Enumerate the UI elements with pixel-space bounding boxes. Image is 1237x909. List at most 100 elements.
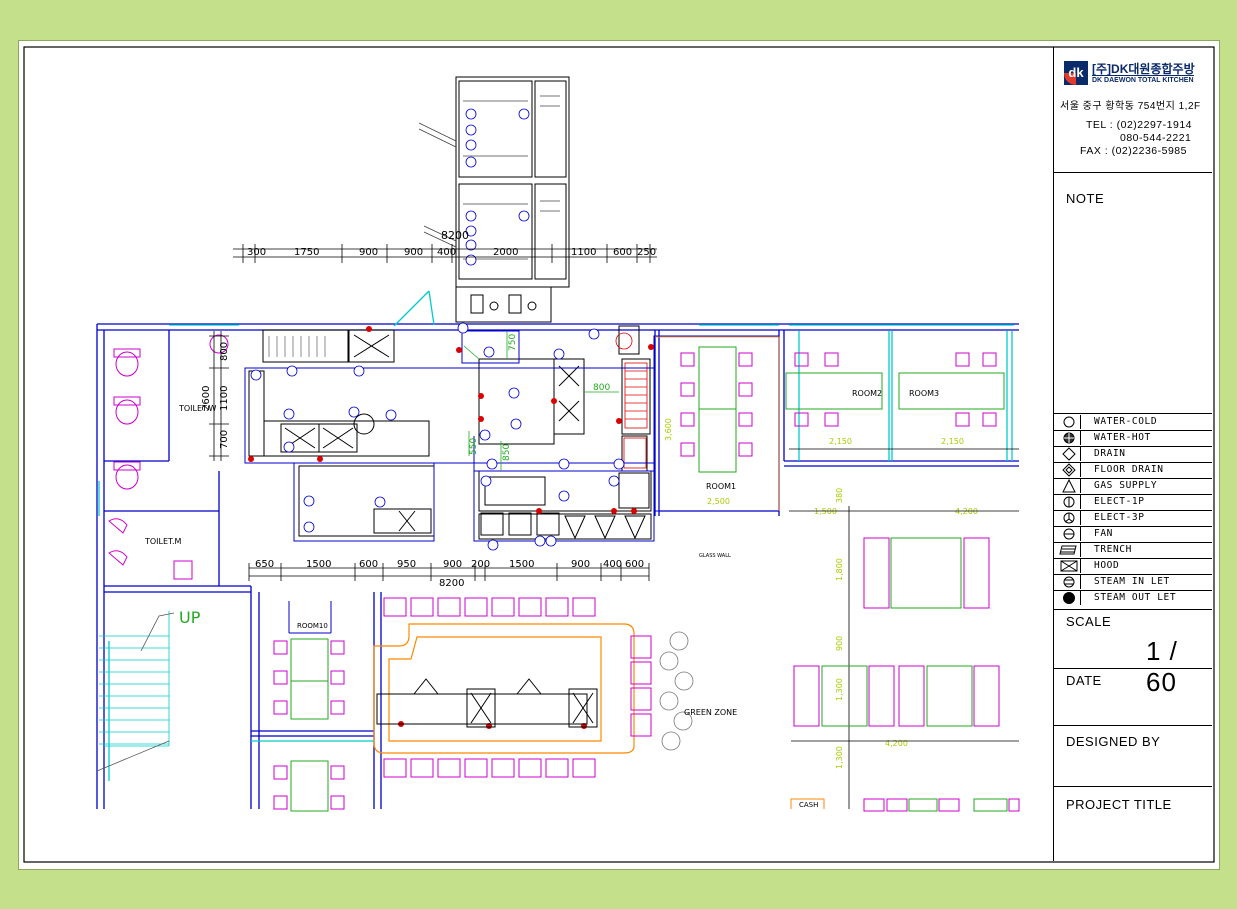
dim-yellow: 1,800 — [835, 558, 844, 581]
dim-left-seg: 800 — [219, 342, 230, 361]
dim-top-seg: 2000 — [493, 247, 518, 258]
water-hot-symbol — [1063, 431, 1081, 445]
company-logo: dk — [1064, 61, 1088, 85]
dim-green: 750 — [508, 334, 518, 351]
legend-label: GAS SUPPLY — [1094, 480, 1158, 491]
company-fax: FAX : (02)2236-5985 — [1080, 145, 1187, 157]
legend-label: FLOOR DRAIN — [1094, 464, 1164, 475]
dim-yellow: 1,300 — [835, 746, 844, 769]
dim-yellow: 380 — [835, 488, 844, 503]
drawing-sheet: 8200 300 1750 900 900 400 2000 1100 600 … — [18, 40, 1220, 870]
grill-unit — [615, 332, 648, 469]
designed-by-label: DESIGNED BY — [1066, 734, 1161, 749]
dim-top-seg: 1750 — [294, 247, 319, 258]
dim-left-seg: 700 — [219, 430, 230, 449]
room-label-room3: ROOM3 — [909, 389, 939, 398]
legend-row: FLOOR DRAIN — [1054, 462, 1212, 479]
legend-row: WATER-COLD — [1054, 414, 1212, 431]
right-dining-furniture — [793, 537, 1020, 812]
kitchen-equipment — [248, 325, 652, 540]
dim-left-total: 2600 — [201, 386, 212, 411]
dim-yellow: 2,150 — [829, 437, 852, 446]
dim-top-seg: 600 — [613, 247, 632, 258]
dim-bottom-seg: 200 — [471, 559, 490, 570]
gas-supply-symbol — [1062, 479, 1081, 493]
dim-bottom-seg: 600 — [625, 559, 644, 570]
legend-label: STEAM IN LET — [1094, 576, 1170, 587]
water-cold-symbol — [1063, 415, 1081, 429]
legend-label: DRAIN — [1094, 448, 1126, 459]
dim-top-seg: 400 — [437, 247, 456, 258]
dim-green: 800 — [593, 383, 610, 393]
dim-bottom-seg: 900 — [443, 559, 462, 570]
dim-top-seg: 250 — [637, 247, 656, 258]
right-dimension-lines — [789, 448, 1019, 809]
legend-row: GAS SUPPLY — [1054, 478, 1212, 495]
trench-symbol — [1059, 543, 1081, 557]
dim-top-total: 8200 — [441, 229, 469, 242]
green-zone-label: GREEN ZONE — [684, 708, 737, 717]
dim-bottom-seg: 400 — [603, 559, 622, 570]
dim-bottom-seg: 950 — [397, 559, 416, 570]
legend-row: WATER-HOT — [1054, 430, 1212, 447]
dim-top-seg: 900 — [359, 247, 378, 258]
date-label: DATE — [1066, 673, 1102, 688]
steam-inlet-symbol — [1063, 575, 1081, 589]
dim-green: 550 — [469, 438, 479, 455]
project-title-label: PROJECT TITLE — [1066, 797, 1172, 812]
title-block: dk [주]DK대원종합주방 DK DAEWON TOTAL KITCHEN 서… — [1053, 47, 1212, 861]
dim-yellow: 2,150 — [941, 437, 964, 446]
cooking-line-units — [480, 512, 646, 540]
legend-label: HOOD — [1094, 560, 1120, 571]
glass-wall-label: GLASS WALL — [699, 553, 731, 559]
dim-bottom-seg: 600 — [359, 559, 378, 570]
floor-plan: 8200 300 1750 900 900 400 2000 1100 600 … — [23, 46, 1215, 863]
legend-label: TRENCH — [1094, 544, 1132, 555]
legend-label: STEAM OUT LET — [1094, 592, 1177, 603]
legend-row: HOOD — [1054, 558, 1212, 575]
legend-label: WATER-COLD — [1094, 416, 1158, 427]
dim-left-seg: 1100 — [219, 386, 230, 411]
dim-yellow: 1,300 — [835, 678, 844, 701]
dim-yellow: 2,500 — [707, 497, 730, 506]
walk-in-tags — [465, 108, 530, 266]
room-label-room10: ROOM10 — [297, 622, 328, 630]
fan-symbol — [1063, 527, 1081, 541]
designed-by-panel: DESIGNED BY — [1054, 726, 1212, 787]
legend-label: WATER-HOT — [1094, 432, 1151, 443]
dim-top-seg: 1100 — [571, 247, 596, 258]
dim-top-seg: 900 — [404, 247, 423, 258]
glass-partitions — [98, 290, 1014, 781]
room10-furniture — [273, 640, 345, 810]
drain-symbol — [1062, 447, 1081, 461]
elect-3p-symbol — [1063, 511, 1081, 525]
counter-equipment — [376, 678, 598, 728]
legend-panel: WATER-COLD WATER-HOT DRAIN FLOOR DRAIN G… — [1054, 414, 1212, 610]
room-label-room2: ROOM2 — [852, 389, 882, 398]
legend-row: FAN — [1054, 526, 1212, 543]
legend-row: STEAM OUT LET — [1054, 590, 1212, 606]
note-label: NOTE — [1066, 191, 1105, 206]
dim-bottom-seg: 1500 — [306, 559, 331, 570]
dim-bottom-total: 8200 — [439, 578, 464, 589]
project-title-panel: PROJECT TITLE — [1054, 787, 1212, 860]
green-zone-plants — [659, 631, 694, 751]
room-label-room1: ROOM1 — [706, 482, 736, 491]
dim-bottom-seg: 1500 — [509, 559, 534, 570]
dim-green: 850 — [502, 444, 512, 461]
bar-chairs — [383, 597, 652, 778]
date-panel: DATE — [1054, 669, 1212, 726]
company-tel: TEL : (02)2297-1914 — [1086, 119, 1193, 131]
legend-row: STEAM IN LET — [1054, 574, 1212, 591]
room10-tables — [290, 638, 329, 812]
sheet-border — [23, 46, 1215, 863]
legend-row: TRENCH — [1054, 542, 1212, 559]
stair-up-label: UP — [179, 608, 201, 627]
legend-row: ELECT-3P — [1054, 510, 1212, 527]
dim-yellow: 4,200 — [885, 739, 908, 748]
dim-yellow: 3,600 — [664, 418, 673, 441]
company-address: 서울 중구 황학동 754번지 1,2F — [1060, 101, 1201, 112]
legend-row: DRAIN — [1054, 446, 1212, 463]
dim-yellow: 1,500 — [814, 507, 837, 516]
legend-label: ELECT-1P — [1094, 496, 1145, 507]
